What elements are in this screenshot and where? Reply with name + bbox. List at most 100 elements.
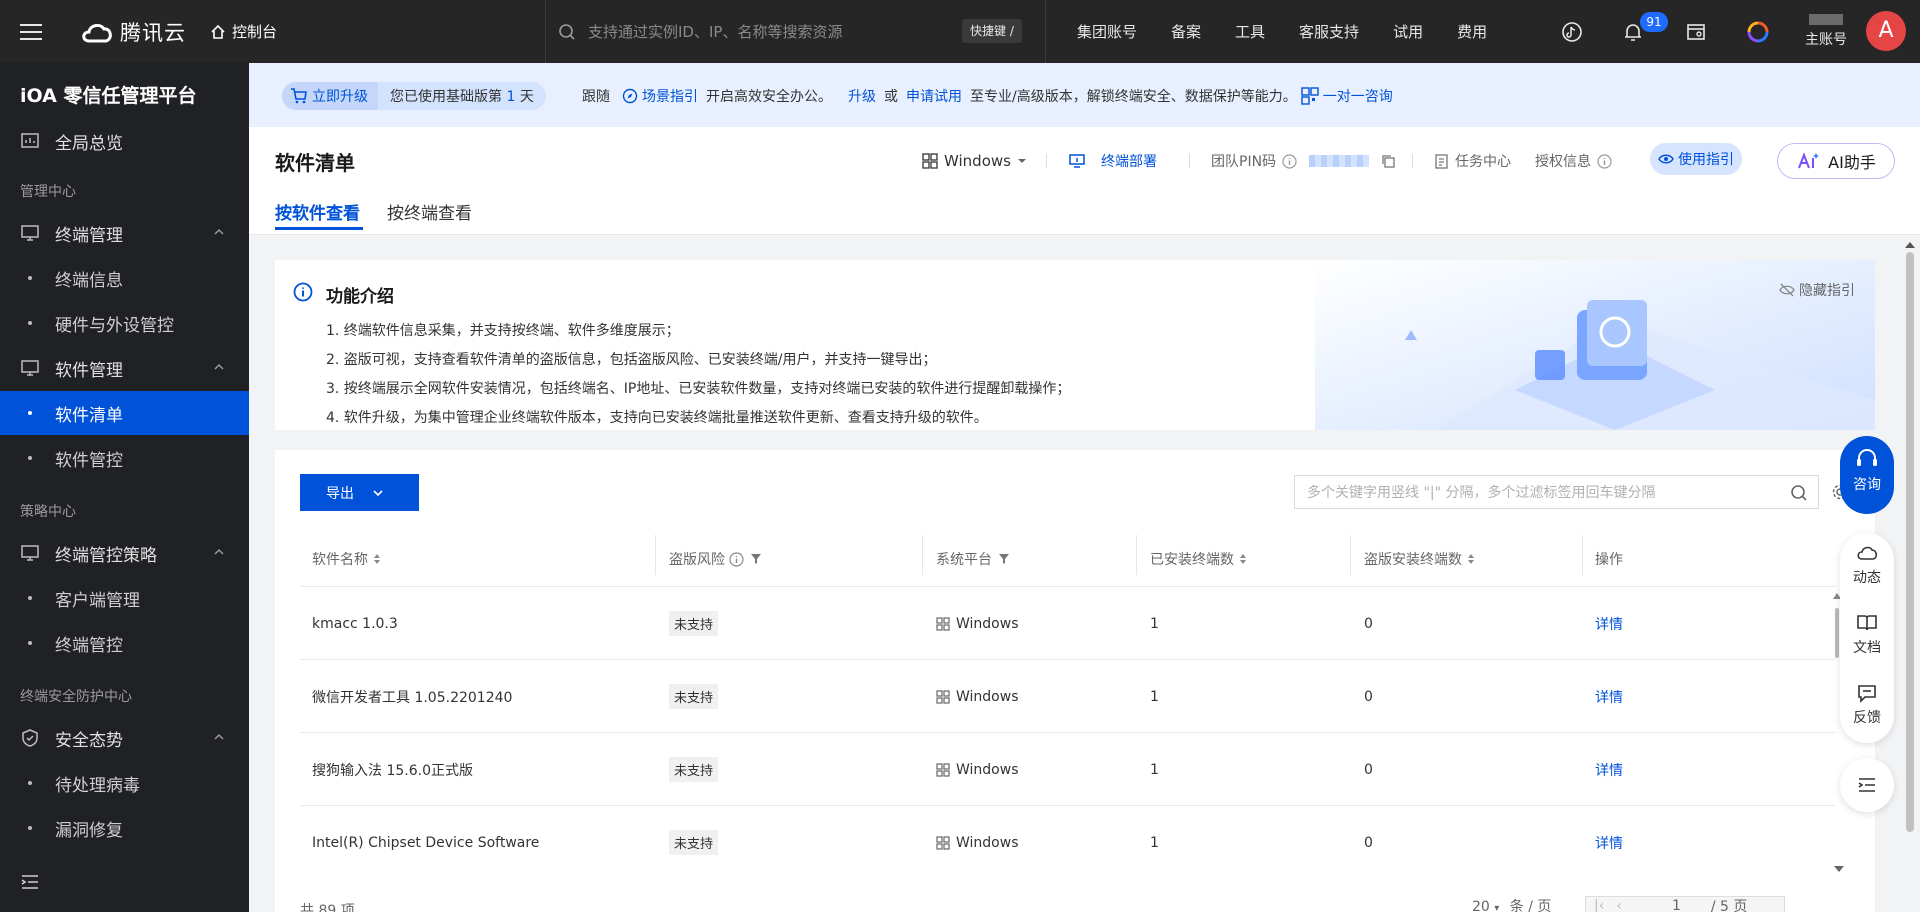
task-center-link[interactable]: 任务中心 xyxy=(1434,147,1511,175)
endpoint-deploy-link[interactable]: 终端部署 xyxy=(1069,147,1157,175)
sidebar-item-endpoint-policy[interactable]: 终端管控策略 xyxy=(0,531,249,575)
chevron-up-icon xyxy=(214,548,224,555)
cell-pirated: 0 xyxy=(1364,615,1373,632)
scroll-up-icon[interactable] xyxy=(1903,240,1917,250)
consult-button[interactable]: 咨询 xyxy=(1840,436,1894,514)
chevron-up-icon xyxy=(214,363,224,370)
section-manage: 管理中心 xyxy=(20,184,76,200)
platform-select[interactable]: Windows xyxy=(922,147,1027,175)
cell-platform: Windows xyxy=(936,806,1019,879)
docs-button[interactable]: 文档 xyxy=(1840,613,1894,657)
scrollbar-thumb[interactable] xyxy=(1906,252,1914,832)
detail-link[interactable]: 详情 xyxy=(1595,660,1623,733)
account-menu[interactable]: 主账号 xyxy=(1800,10,1852,49)
sidebar-item-endpoint-control[interactable]: 终端管控 xyxy=(0,621,249,665)
column-header-name[interactable]: 软件名称 xyxy=(312,532,382,586)
divider xyxy=(1412,147,1413,175)
sidebar-item-software-mgmt[interactable]: 软件管理 xyxy=(0,346,249,390)
tab-by-endpoint[interactable]: 按终端查看 xyxy=(387,199,472,224)
sidebar-item-pending-virus[interactable]: 待处理病毒 xyxy=(0,761,249,805)
column-header-platform[interactable]: 系统平台 xyxy=(936,532,1010,586)
nav-icp[interactable]: 备案 xyxy=(1171,21,1201,42)
page-input[interactable]: 1 xyxy=(1672,898,1681,912)
detail-link[interactable]: 详情 xyxy=(1595,733,1623,806)
table-scroll-thumb[interactable] xyxy=(1835,608,1839,658)
ai-assistant-button[interactable]: AI助手 xyxy=(1777,143,1895,179)
upgrade-now-button[interactable]: 立即升级 xyxy=(282,82,378,110)
hamburger-icon xyxy=(20,23,42,40)
calendar-gear-icon[interactable] xyxy=(1684,20,1708,44)
intro-line: 4. 软件升级，为集中管理企业终端软件版本，支持向已安装终端批量推送软件更新、查… xyxy=(326,410,988,426)
table-search-input[interactable]: 多个关键字用竖线 "|" 分隔，多个过滤标签用回车键分隔 xyxy=(1294,475,1819,509)
table-row: kmacc 1.0.3 未支持 Windows 1 0 详情 xyxy=(300,586,1835,659)
usage-guide-button[interactable]: 使用指引 xyxy=(1650,143,1742,175)
sidebar-item-label: 软件清单 xyxy=(55,405,123,426)
scene-guide-link[interactable]: 场景指引 xyxy=(642,86,698,106)
info-icon[interactable] xyxy=(1282,153,1297,169)
feedback-button[interactable]: 反馈 xyxy=(1840,683,1894,727)
menu-button[interactable] xyxy=(0,0,62,63)
app-logo-icon[interactable] xyxy=(1746,20,1770,44)
eye-off-icon xyxy=(1779,283,1795,297)
page-size-select[interactable]: 20 ▾ 条 / 页 xyxy=(1472,896,1551,912)
task-center-label: 任务中心 xyxy=(1455,154,1511,170)
upgrade-link[interactable]: 升级 xyxy=(848,86,876,106)
column-header-pirated[interactable]: 盗版安装终端数 xyxy=(1364,532,1476,586)
export-button[interactable]: 导出 xyxy=(300,474,419,511)
sidebar-item-software-control[interactable]: 软件管控 xyxy=(0,436,249,480)
nav-trial[interactable]: 试用 xyxy=(1393,21,1423,42)
filter-icon[interactable] xyxy=(750,553,762,565)
column-header-installed[interactable]: 已安装终端数 xyxy=(1150,532,1248,586)
sidebar-item-overview[interactable]: 全局总览 xyxy=(0,119,249,163)
column-header-risk[interactable]: 盗版风险 xyxy=(669,532,762,586)
sidebar-item-endpoint-mgmt[interactable]: 终端管理 xyxy=(0,211,249,255)
sidebar-item-hardware[interactable]: 硬件与外设管控 xyxy=(0,301,249,345)
avatar[interactable]: A xyxy=(1866,11,1906,51)
nav-billing[interactable]: 费用 xyxy=(1457,21,1487,42)
sidebar-item-software-list[interactable]: 软件清单 xyxy=(0,391,249,435)
column-header-action: 操作 xyxy=(1595,532,1623,586)
sidebar-item-vuln-fix[interactable]: 漏洞修复 xyxy=(0,806,249,850)
info-icon[interactable] xyxy=(1597,153,1612,169)
filter-icon[interactable] xyxy=(998,553,1010,565)
tab-by-software[interactable]: 按软件查看 xyxy=(275,199,360,224)
sidebar-item-endpoint-info[interactable]: 终端信息 xyxy=(0,256,249,300)
consult-link[interactable]: 一对一咨询 xyxy=(1323,86,1393,106)
cell-installed: 1 xyxy=(1150,834,1159,851)
console-label: 控制台 xyxy=(232,23,278,41)
compass-icon xyxy=(622,88,638,104)
first-page-icon[interactable]: |‹ xyxy=(1594,898,1604,912)
nav-support[interactable]: 客服支持 xyxy=(1299,21,1359,42)
detail-link[interactable]: 详情 xyxy=(1595,806,1623,879)
console-link[interactable]: 控制台 xyxy=(210,0,277,63)
hide-guide-button[interactable]: 隐藏指引 xyxy=(1779,280,1855,300)
prev-page-icon[interactable]: ‹ xyxy=(1616,898,1622,912)
nav-group-account[interactable]: 集团账号 xyxy=(1077,21,1137,42)
detail-link[interactable]: 详情 xyxy=(1595,587,1623,660)
news-button[interactable]: 动态 xyxy=(1840,543,1894,587)
bullet xyxy=(28,276,32,280)
cell-software-name: Intel(R) Chipset Device Software xyxy=(312,834,540,851)
sidebar-item-security-posture[interactable]: 安全态势 xyxy=(0,716,249,760)
windows-icon xyxy=(936,616,950,631)
sidebar-item-label: 硬件与外设管控 xyxy=(55,315,174,336)
nav-tools[interactable]: 工具 xyxy=(1235,21,1265,42)
collapse-sidebar-icon[interactable] xyxy=(20,873,40,891)
column-divider xyxy=(1582,535,1583,575)
sidebar-item-client-mgmt[interactable]: 客户端管理 xyxy=(0,576,249,620)
section-policy: 策略中心 xyxy=(20,504,76,520)
tiktok-icon[interactable] xyxy=(1560,20,1584,44)
section-security: 终端安全防护中心 xyxy=(20,689,132,705)
brand-logo[interactable]: 腾讯云 xyxy=(80,0,186,63)
home-icon xyxy=(211,24,225,39)
float-menu-button[interactable] xyxy=(1840,758,1894,812)
risk-tag: 未支持 xyxy=(669,830,719,855)
account-label: 主账号 xyxy=(1805,32,1847,48)
enable-text: 开启高效安全办公。 xyxy=(706,89,832,105)
table-scroll-down-icon[interactable] xyxy=(1832,864,1846,874)
apply-trial-link[interactable]: 申请试用 xyxy=(906,86,962,106)
search-icon xyxy=(559,23,575,40)
copy-icon[interactable] xyxy=(1381,154,1396,169)
platform-text: Windows xyxy=(956,834,1019,851)
auth-info[interactable]: 授权信息 xyxy=(1535,147,1612,175)
